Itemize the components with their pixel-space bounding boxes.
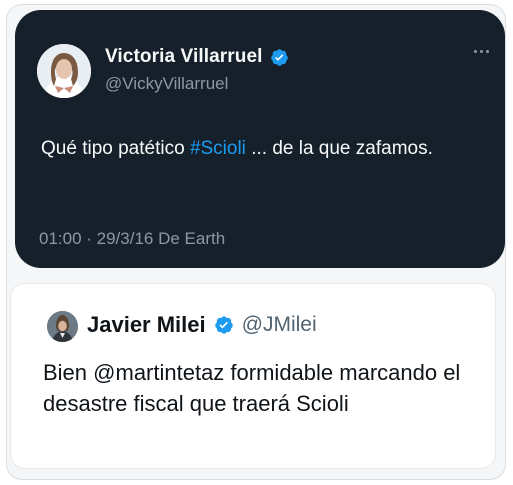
author-handle[interactable]: @VickyVillarruel <box>105 74 228 94</box>
tweet-text: Qué tipo patético #Scioli ... de la que … <box>41 133 461 164</box>
more-dots-icon[interactable] <box>474 50 489 53</box>
hashtag-link[interactable]: #Scioli <box>190 138 246 159</box>
more-dot <box>480 50 483 53</box>
screenshot-frame: Victoria Villarruel @VickyVillarruel Qué… <box>6 4 506 480</box>
avatar-photo <box>37 44 91 98</box>
more-dot <box>486 50 489 53</box>
verified-badge-icon <box>214 315 234 335</box>
more-dot <box>474 50 477 53</box>
tweet-timestamp-source[interactable]: 01:00 · 29/3/16 De Earth <box>39 229 225 249</box>
mention-link[interactable]: @martintetaz <box>93 360 224 385</box>
verified-badge-icon <box>270 48 289 67</box>
quoted-author-line: Javier Milei @JMilei <box>87 312 317 338</box>
avatar-photo <box>47 311 78 342</box>
main-tweet-card[interactable]: Victoria Villarruel @VickyVillarruel Qué… <box>15 10 505 268</box>
quoted-author-handle[interactable]: @JMilei <box>242 313 317 337</box>
quoted-author-name[interactable]: Javier Milei <box>87 312 206 338</box>
quoted-tweet-text: Bien @martintetaz formidable marcando el… <box>43 357 493 419</box>
quoted-author-avatar[interactable] <box>47 311 78 342</box>
tweet-text-after: ... de la que zafamos. <box>245 138 433 159</box>
author-name-line: Victoria Villarruel <box>105 46 289 68</box>
author-avatar[interactable] <box>37 44 91 98</box>
quoted-text-prefix: Bien <box>43 360 94 385</box>
author-name[interactable]: Victoria Villarruel <box>105 46 263 68</box>
tweet-text-before: Qué tipo patético <box>41 138 190 159</box>
